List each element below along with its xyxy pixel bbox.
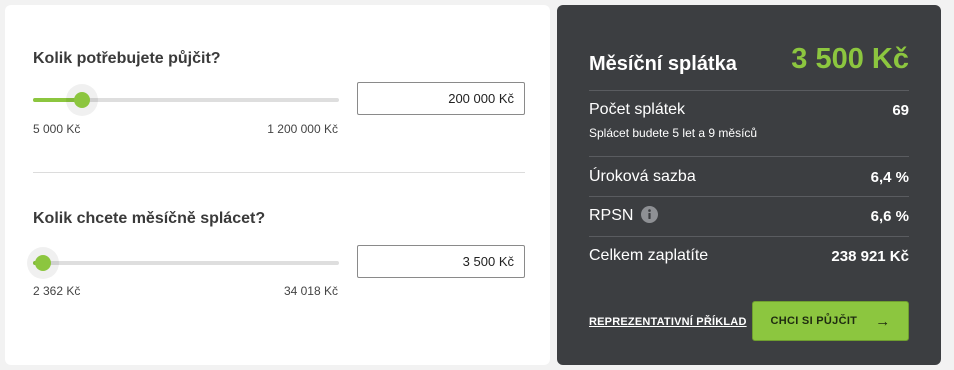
amount-input[interactable]	[357, 82, 525, 115]
arrow-right-icon: →	[875, 312, 891, 330]
total-value: 238 921 Kč	[831, 248, 909, 265]
borrow-button[interactable]: CHCI SI PŮJČIT →	[752, 301, 909, 341]
loan-calculator-panel: Kolik potřebujete půjčit? 5 000 Kč 1 200…	[5, 5, 550, 365]
rpsn-row-label: RPSN	[589, 205, 659, 225]
payment-question: Kolik chcete měsíčně splácet?	[33, 210, 266, 227]
interest-label: Úroková sazba	[589, 168, 696, 185]
payment-max-label: 34 018 Kč	[283, 284, 338, 298]
installments-value: 69	[892, 102, 909, 119]
amount-max-label: 1 200 000 Kč	[267, 122, 338, 136]
installments-note: Splácet budete 5 let a 9 měsíců	[589, 126, 758, 140]
payment-slider[interactable]	[27, 247, 339, 279]
installments-label: Počet splátek	[589, 101, 686, 118]
borrow-button-label: CHCI SI PŮJČIT	[770, 315, 858, 327]
summary-divider	[589, 236, 909, 237]
rpsn-label: RPSN	[589, 207, 634, 224]
total-label: Celkem zaplatíte	[589, 247, 709, 264]
representative-example-link[interactable]: REPREZENTATIVNÍ PŘÍKLAD	[589, 316, 747, 328]
interest-value: 6,4 %	[870, 169, 909, 186]
summary-panel: Měsíční splátka 3 500 Kč Počet splátek 6…	[557, 5, 941, 365]
payment-min-label: 2 362 Kč	[33, 284, 81, 298]
payment-slider-track[interactable]	[33, 261, 339, 265]
section-divider	[33, 172, 525, 173]
summary-divider	[589, 90, 909, 91]
amount-question: Kolik potřebujete půjčit?	[33, 50, 221, 67]
monthly-payment-amount: 3 500 Kč	[791, 43, 909, 75]
payment-input[interactable]	[357, 245, 525, 278]
summary-divider	[589, 156, 909, 157]
monthly-payment-title: Měsíční splátka	[589, 53, 737, 75]
rpsn-value: 6,6 %	[870, 208, 909, 225]
amount-slider[interactable]	[33, 84, 339, 116]
amount-slider-thumb[interactable]	[73, 92, 90, 108]
amount-min-label: 5 000 Kč	[33, 122, 81, 136]
info-icon[interactable]	[641, 205, 659, 223]
summary-divider	[589, 196, 909, 197]
